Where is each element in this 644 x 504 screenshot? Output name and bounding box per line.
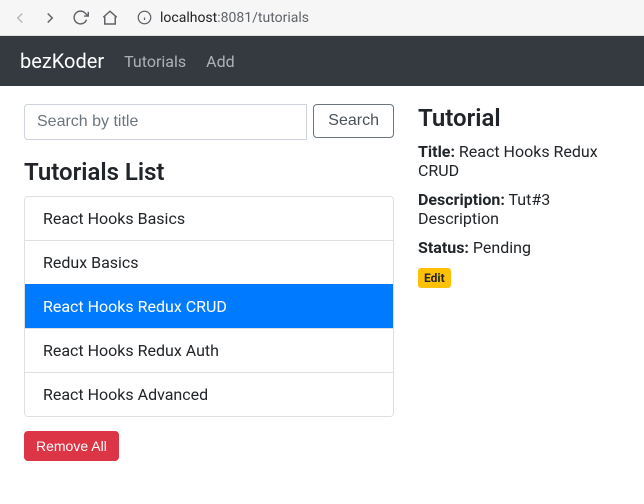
detail-heading: Tutorial: [418, 104, 620, 132]
nav-link-add[interactable]: Add: [206, 52, 234, 71]
main-container: Search Tutorials List React Hooks Basics…: [0, 86, 644, 479]
tutorials-list: React Hooks Basics Redux Basics React Ho…: [24, 196, 394, 417]
list-item[interactable]: React Hooks Redux CRUD: [25, 284, 393, 328]
url-text: localhost:8081/tutorials: [160, 10, 309, 26]
brand[interactable]: bezKoder: [20, 49, 104, 73]
search-button[interactable]: Search: [313, 104, 394, 138]
forward-icon[interactable]: [40, 8, 60, 28]
description-label: Description:: [418, 190, 505, 209]
detail-title-row: Title: React Hooks Redux CRUD: [418, 142, 620, 180]
search-input[interactable]: [24, 104, 307, 140]
search-group: Search: [24, 104, 394, 140]
info-icon: [134, 8, 154, 28]
list-item[interactable]: React Hooks Advanced: [25, 372, 393, 416]
left-column: Search Tutorials List React Hooks Basics…: [24, 104, 394, 461]
list-item[interactable]: React Hooks Redux Auth: [25, 328, 393, 372]
list-item[interactable]: Redux Basics: [25, 240, 393, 284]
list-heading: Tutorials List: [24, 158, 394, 186]
title-label: Title:: [418, 142, 455, 161]
list-item[interactable]: React Hooks Basics: [25, 197, 393, 240]
address-bar[interactable]: localhost:8081/tutorials: [134, 8, 309, 28]
home-icon[interactable]: [100, 8, 120, 28]
status-label: Status:: [418, 238, 469, 257]
detail-description-row: Description: Tut#3 Description: [418, 190, 620, 228]
nav-link-tutorials[interactable]: Tutorials: [124, 52, 186, 71]
detail-status-row: Status: Pending: [418, 238, 620, 257]
remove-all-button[interactable]: Remove All: [24, 431, 119, 461]
browser-toolbar: localhost:8081/tutorials: [0, 0, 644, 36]
right-column: Tutorial Title: React Hooks Redux CRUD D…: [418, 104, 620, 288]
reload-icon[interactable]: [70, 8, 90, 28]
back-icon[interactable]: [10, 8, 30, 28]
edit-button[interactable]: Edit: [418, 268, 451, 288]
status-value: Pending: [473, 238, 531, 257]
app-navbar: bezKoder Tutorials Add: [0, 36, 644, 86]
